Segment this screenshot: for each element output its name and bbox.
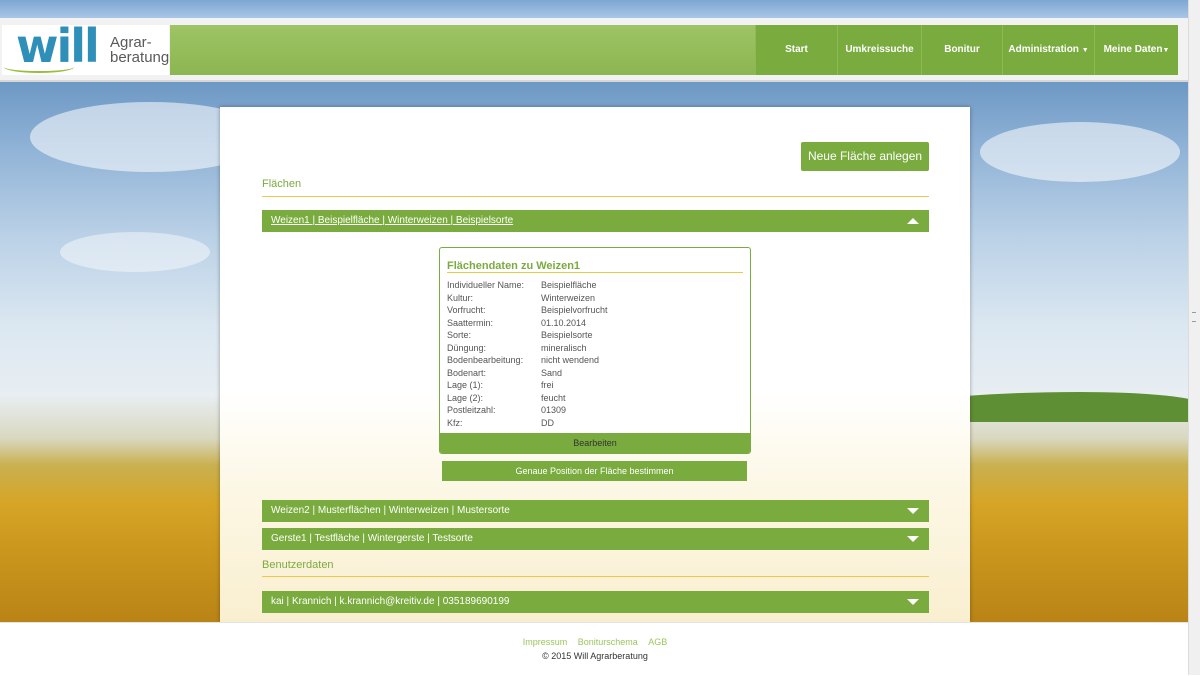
- detail-value: Winterweizen: [541, 292, 596, 303]
- footer-link-impressum[interactable]: Impressum: [523, 637, 568, 647]
- detail-key: Bodenart:: [447, 367, 487, 378]
- detail-key: Kfz:: [447, 417, 463, 428]
- area-accordion-gerste1[interactable]: Gerste1 | Testfläche | Wintergerste | Te…: [262, 528, 929, 550]
- logo-subtitle: Agrar- beratung: [110, 35, 169, 65]
- detail-key: Lage (1):: [447, 380, 484, 390]
- detail-value: frei: [541, 380, 554, 390]
- user-accordion[interactable]: kai | Krannich | k.krannich@kreitiv.de |…: [262, 591, 929, 613]
- detail-key: Kultur:: [447, 292, 474, 303]
- detail-value: Beispielfläche: [541, 280, 597, 290]
- detail-value: Sand: [541, 367, 563, 378]
- detail-key: Bodenbearbeitung:: [447, 355, 524, 365]
- section-divider: [262, 196, 929, 197]
- nav-start[interactable]: Start: [755, 25, 837, 75]
- detail-value: nicht wendend: [541, 355, 600, 365]
- footer-copyright: © 2015 Will Agrarberatung: [542, 651, 648, 661]
- logo-subtitle-line2: beratung: [110, 49, 170, 66]
- caret-down-icon: ▼: [1162, 47, 1170, 54]
- section-divider: [262, 576, 929, 577]
- detail-key: Lage (2):: [447, 392, 484, 403]
- cloud-decoration: [60, 232, 210, 272]
- nav-meine-daten-dropdown[interactable]: Meine Daten▼: [1094, 25, 1178, 75]
- detail-key: Vorfrucht:: [447, 305, 486, 315]
- chevron-up-icon: [907, 218, 919, 224]
- user-section-title: Benutzerdaten: [262, 559, 334, 571]
- content-panel: Neue Fläche anlegen Flächen Weizen1 | Be…: [220, 107, 970, 622]
- browser-top-strip: [0, 0, 1200, 18]
- nav-administration-dropdown[interactable]: Administration ▼: [1002, 25, 1094, 75]
- nav-meine-daten-label: Meine Daten: [1103, 44, 1163, 55]
- edit-button[interactable]: Bearbeiten: [440, 433, 750, 453]
- detail-value: feucht: [541, 392, 566, 403]
- page-footer: Impressum Boniturschema AGB © 2015 Will …: [0, 622, 1190, 676]
- nav-administration-label: Administration: [1008, 44, 1079, 55]
- brand-logo[interactable]: will Agrar- beratung: [2, 19, 169, 75]
- set-position-button[interactable]: Genaue Position der Fläche bestimmen: [442, 461, 747, 481]
- detail-value: Beispielsorte: [541, 330, 593, 340]
- detail-value: mineralisch: [541, 342, 587, 353]
- logo-subtitle-line1: Agrar-: [110, 34, 152, 51]
- chevron-down-icon: [907, 508, 919, 514]
- new-area-button[interactable]: Neue Fläche anlegen: [801, 142, 929, 171]
- area-accordion-weizen1[interactable]: Weizen1 | Beispielfläche | Winterweizen …: [262, 210, 929, 232]
- detail-key: Individueller Name:: [447, 280, 525, 290]
- area-detail-title: Flächendaten zu Weizen1: [447, 260, 581, 272]
- chevron-down-icon: [907, 536, 919, 542]
- scrollbar-grip-icon: [1192, 312, 1196, 322]
- footer-links: Impressum Boniturschema AGB: [0, 637, 1190, 647]
- area-detail-card: Flächendaten zu Weizen1 Individueller Na…: [439, 247, 751, 454]
- area-accordion-weizen2[interactable]: Weizen2 | Musterflächen | Winterweizen |…: [262, 500, 929, 522]
- detail-value: 01309: [541, 405, 567, 415]
- detail-value: DD: [541, 417, 554, 428]
- area-accordion-label: Weizen2 | Musterflächen | Winterweizen |…: [271, 505, 510, 516]
- user-accordion-label: kai | Krannich | k.krannich@kreitiv.de |…: [271, 596, 510, 607]
- area-accordion-label: Gerste1 | Testfläche | Wintergerste | Te…: [271, 533, 473, 544]
- detail-key: Sorte:: [447, 330, 472, 340]
- area-accordion-label[interactable]: Weizen1 | Beispielfläche | Winterweizen …: [271, 210, 513, 232]
- areas-section-title: Flächen: [262, 178, 302, 190]
- top-navbar: will Agrar- beratung Start Umkreissuche …: [0, 18, 1190, 82]
- nav-bonitur[interactable]: Bonitur: [921, 25, 1002, 75]
- detail-value: 01.10.2014: [541, 317, 587, 328]
- nav-umkreissuche[interactable]: Umkreissuche: [837, 25, 921, 75]
- logo-wordmark: will: [16, 19, 100, 73]
- detail-key: Saattermin:: [447, 317, 494, 328]
- cloud-decoration: [980, 122, 1180, 182]
- detail-value: Beispielvorfrucht: [541, 305, 608, 315]
- footer-link-boniturschema[interactable]: Boniturschema: [578, 637, 638, 647]
- detail-key: Postleitzahl:: [447, 405, 496, 415]
- caret-down-icon: ▼: [1081, 47, 1089, 54]
- nav-umkreissuche-label: Umkreissuche: [845, 44, 914, 55]
- chevron-down-icon: [907, 599, 919, 605]
- detail-key: Düngung:: [447, 342, 487, 353]
- nav-bonitur-label: Bonitur: [944, 44, 980, 55]
- page-scrollbar[interactable]: [1188, 0, 1200, 675]
- footer-link-agb[interactable]: AGB: [648, 637, 667, 647]
- nav-start-label: Start: [785, 44, 808, 55]
- card-divider: [447, 272, 743, 273]
